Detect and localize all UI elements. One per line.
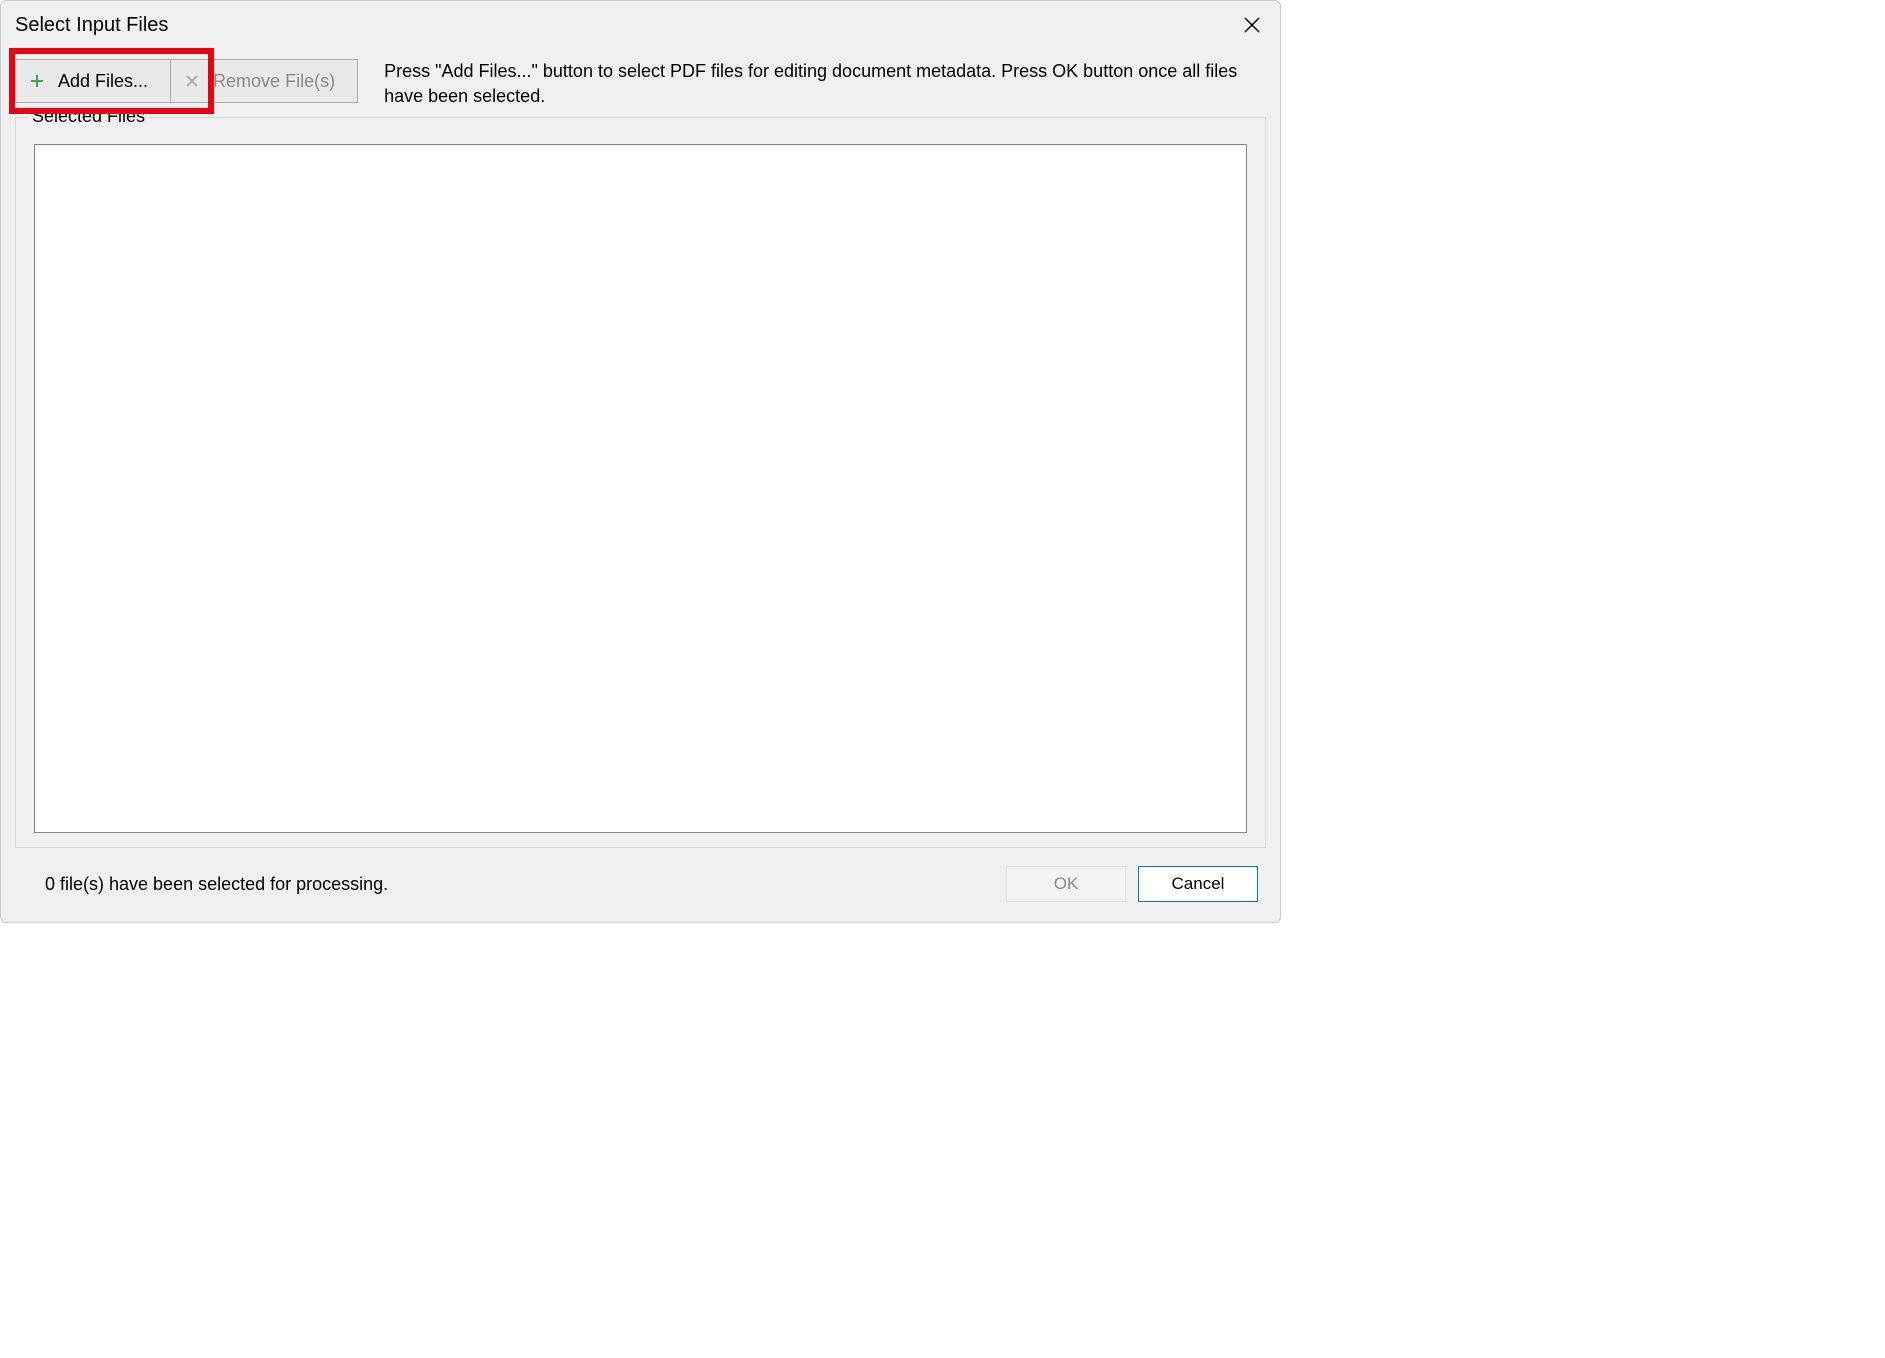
remove-files-label: Remove File(s) (213, 71, 335, 92)
remove-files-button[interactable]: Remove File(s) (171, 59, 358, 103)
add-files-button[interactable]: Add Files... (15, 59, 171, 103)
close-button[interactable] (1236, 9, 1268, 41)
instruction-text: Press "Add Files..." button to select PD… (358, 59, 1266, 109)
titlebar: Select Input Files (1, 1, 1280, 47)
remove-icon (185, 74, 199, 88)
toolbar: Add Files... Remove File(s) Press "Add F… (1, 47, 1280, 117)
selected-files-label: Selected Files (28, 106, 149, 127)
cancel-button[interactable]: Cancel (1138, 866, 1258, 902)
dialog-buttons: OK Cancel (1006, 866, 1258, 902)
bottom-bar: 0 file(s) have been selected for process… (1, 848, 1280, 922)
add-files-label: Add Files... (58, 71, 148, 92)
dialog-title: Select Input Files (15, 14, 168, 37)
plus-icon (30, 74, 44, 88)
file-list[interactable] (34, 144, 1247, 833)
close-icon (1244, 17, 1260, 33)
selected-files-group: Selected Files (15, 117, 1266, 848)
file-action-buttons: Add Files... Remove File(s) (15, 59, 358, 103)
ok-button[interactable]: OK (1006, 866, 1126, 902)
status-text: 0 file(s) have been selected for process… (45, 874, 388, 895)
select-input-files-dialog: Select Input Files Add Files... (0, 0, 1281, 923)
